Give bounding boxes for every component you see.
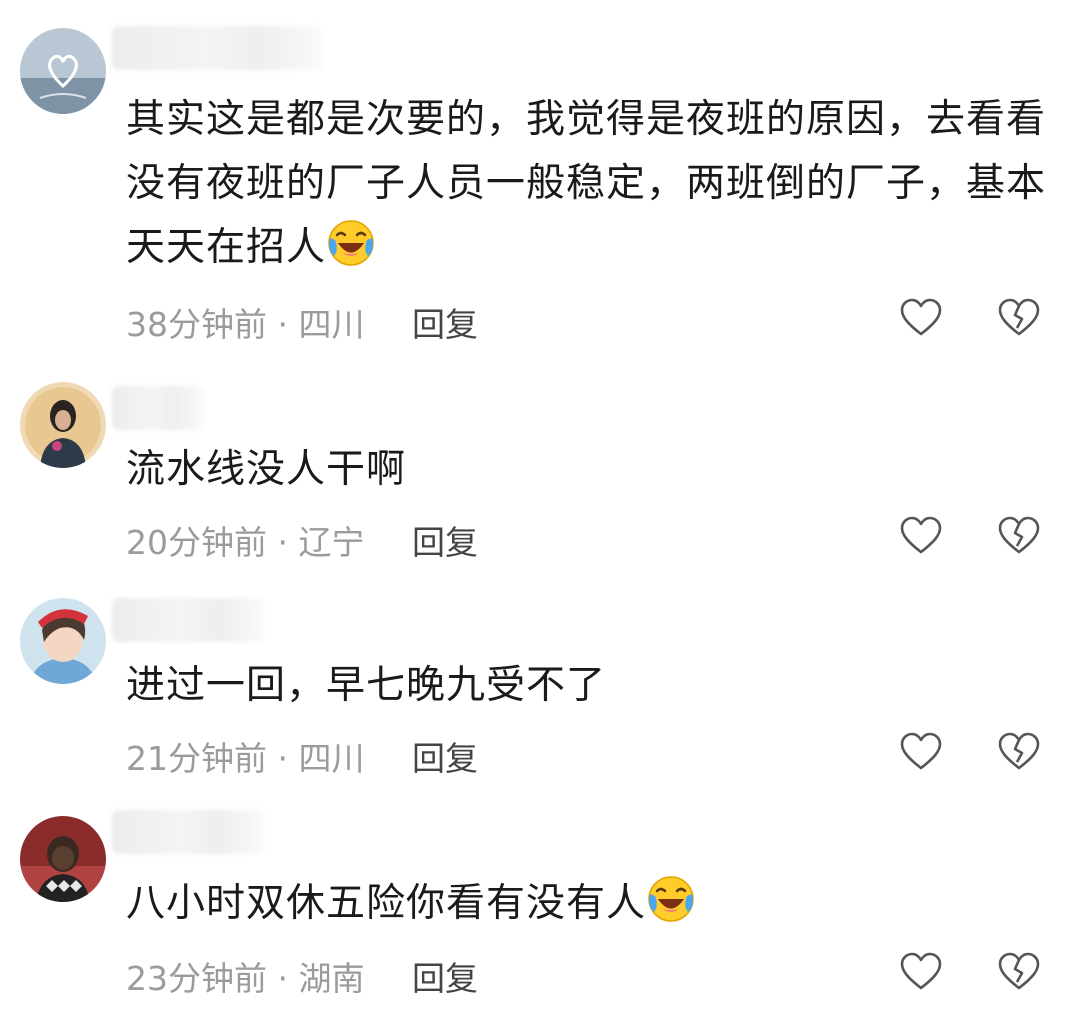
comment-text: 进过一回，早七晚九受不了	[126, 654, 1056, 718]
broken-heart-icon[interactable]	[998, 516, 1040, 556]
avatar[interactable]	[20, 382, 106, 468]
reply-button[interactable]: 回复	[412, 732, 478, 780]
broken-heart-icon[interactable]	[998, 952, 1040, 992]
username-blurred	[112, 598, 264, 642]
heart-icon[interactable]	[900, 732, 942, 772]
comment-meta: 38分钟前 · 四川	[126, 298, 365, 346]
separator: ·	[277, 739, 289, 778]
reply-button[interactable]: 回复	[412, 516, 478, 564]
location: 四川	[298, 305, 365, 344]
comment-text: 八小时双休五险你看有没有人	[126, 872, 1056, 936]
broken-heart-icon[interactable]	[998, 732, 1040, 772]
comment-meta: 23分钟前 · 湖南	[126, 952, 365, 1000]
reply-button[interactable]: 回复	[412, 298, 478, 346]
avatar[interactable]	[20, 816, 106, 902]
comment-meta: 21分钟前 · 四川	[126, 732, 365, 780]
username-blurred	[112, 810, 264, 854]
avatar[interactable]	[20, 28, 106, 114]
comment-body: 流水线没人干啊	[126, 447, 407, 492]
location: 辽宁	[298, 523, 365, 562]
timestamp: 20分钟前	[126, 523, 267, 562]
broken-heart-icon[interactable]	[998, 298, 1040, 338]
timestamp: 38分钟前	[126, 305, 267, 344]
comment-meta: 20分钟前 · 辽宁	[126, 516, 365, 564]
location: 四川	[298, 739, 365, 778]
separator: ·	[277, 523, 289, 562]
username-blurred	[112, 386, 204, 430]
comment-body: 八小时双休五险你看有没有人	[126, 881, 647, 926]
heart-icon[interactable]	[900, 516, 942, 556]
comment-body: 其实这是都是次要的，我觉得是夜班的原因，去看看没有夜班的厂子人员一般稳定，两班倒…	[126, 97, 1047, 270]
laughing-crying-emoji-icon	[326, 218, 376, 268]
comment-text: 流水线没人干啊	[126, 438, 1056, 502]
location: 湖南	[298, 959, 365, 998]
comment-list: 其实这是都是次要的，我觉得是夜班的原因，去看看没有夜班的厂子人员一般稳定，两班倒…	[0, 0, 1076, 1034]
comment-body: 进过一回，早七晚九受不了	[126, 663, 607, 708]
comment-text: 其实这是都是次要的，我觉得是夜班的原因，去看看没有夜班的厂子人员一般稳定，两班倒…	[126, 88, 1056, 280]
heart-icon[interactable]	[900, 952, 942, 992]
heart-icon[interactable]	[900, 298, 942, 338]
timestamp: 23分钟前	[126, 959, 267, 998]
separator: ·	[277, 305, 289, 344]
avatar[interactable]	[20, 598, 106, 684]
username-blurred	[112, 26, 322, 70]
separator: ·	[277, 959, 289, 998]
laughing-crying-emoji-icon	[646, 874, 696, 924]
timestamp: 21分钟前	[126, 739, 267, 778]
reply-button[interactable]: 回复	[412, 952, 478, 1000]
